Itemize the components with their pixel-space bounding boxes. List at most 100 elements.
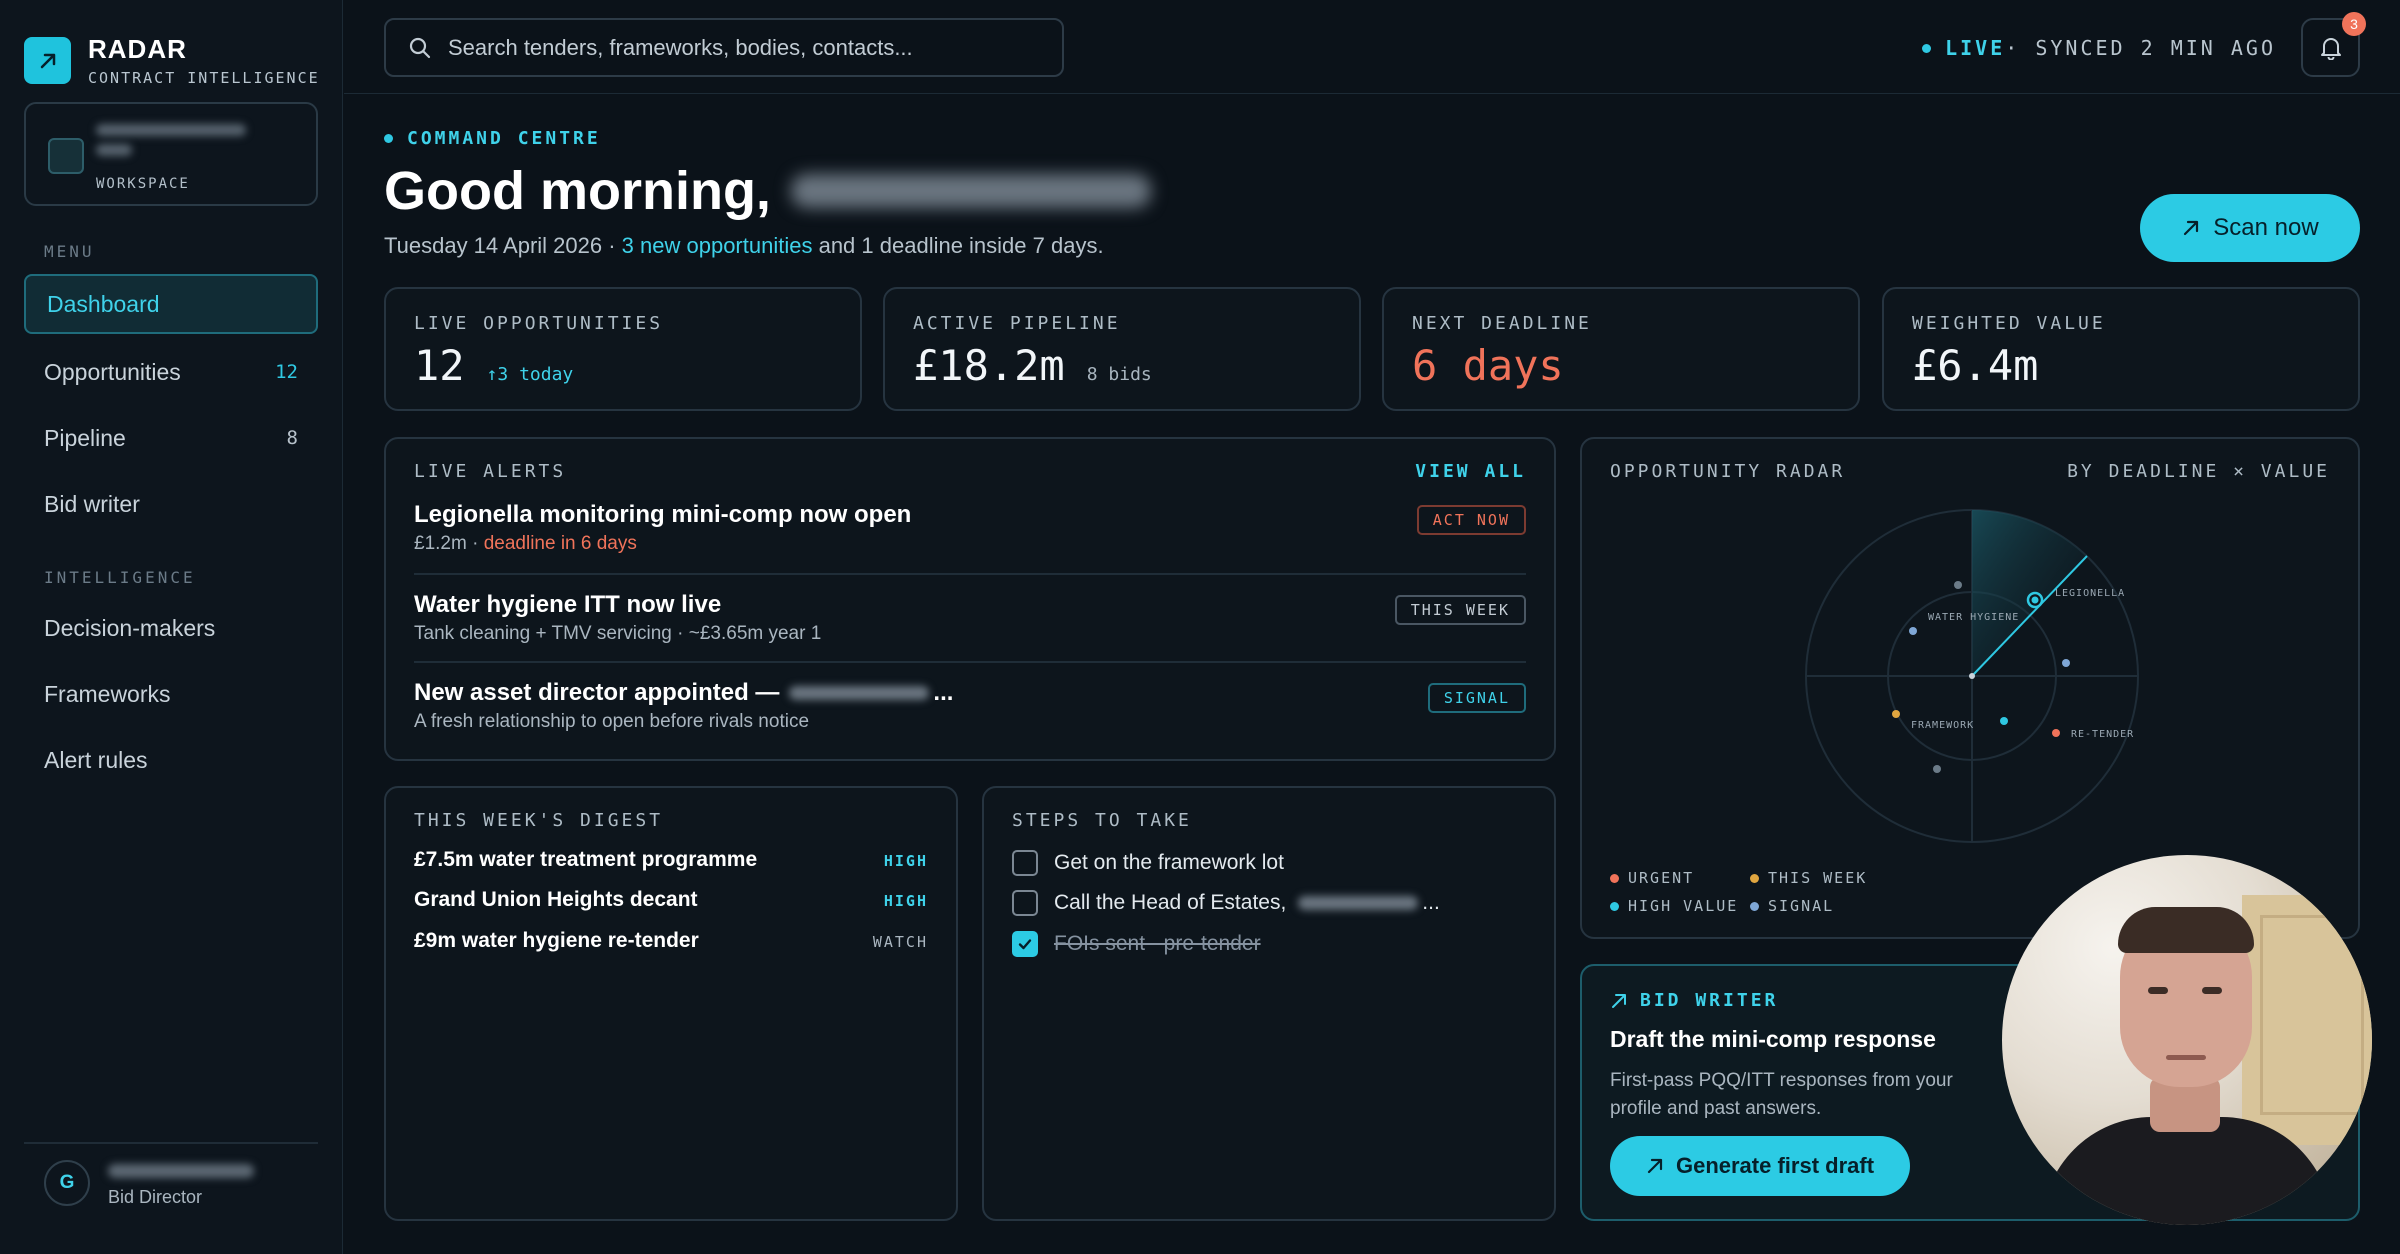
sidebar-item-opportunities[interactable]: Opportunities 12 [24, 342, 318, 402]
webcam-overlay[interactable] [2002, 855, 2372, 1225]
intelligence-section-title: INTELLIGENCE [44, 568, 196, 587]
step-item[interactable]: FOIs sent - pre-tender [1012, 929, 1526, 959]
bid-writer-heading: Draft the mini-comp response [1610, 1026, 1936, 1052]
notifications-button[interactable]: 3 [2301, 12, 2366, 77]
search-input[interactable] [448, 34, 1048, 61]
step-checkbox-checked[interactable] [1012, 931, 1038, 957]
sidebar-item-decision-makers[interactable]: Decision-makers [24, 598, 318, 658]
search-box[interactable] [384, 18, 1064, 77]
sidebar-item-label: Pipeline [44, 424, 126, 451]
live-dot [1922, 43, 1932, 53]
divider [414, 661, 1526, 663]
stat-value-row: £18.2m 8 bids [913, 341, 1152, 390]
priority-badge: WATCH [872, 933, 928, 951]
user-avatar[interactable]: G [44, 1160, 90, 1206]
legend-signal: SIGNAL [1750, 897, 1834, 915]
stat-live-opportunities[interactable]: LIVE OPPORTUNITIES 12 ↑3 today [384, 287, 862, 411]
step-checkbox[interactable] [1012, 850, 1038, 876]
sidebar-item-label: Frameworks [44, 680, 171, 707]
legend-high-value: HIGH VALUE [1610, 897, 1738, 915]
radar-point-legionella-core [2031, 596, 2039, 604]
digest-item[interactable]: Grand Union Heights decant HIGH [414, 888, 928, 918]
generate-draft-button[interactable]: Generate first draft [1610, 1136, 1910, 1196]
sidebar-divider [24, 1142, 318, 1144]
step-checkbox[interactable] [1012, 890, 1038, 916]
scan-now-button[interactable]: Scan now [2140, 194, 2360, 262]
stat-next-deadline[interactable]: NEXT DEADLINE 6 days [1382, 287, 1860, 411]
stat-value: 6 days [1412, 341, 1564, 390]
sidebar-item-bid-writer[interactable]: Bid writer [24, 474, 318, 534]
radar-label-framework: FRAMEWORK [1911, 720, 1974, 731]
digest-panel: THIS WEEK'S DIGEST £7.5m water treatment… [384, 786, 958, 1221]
workspace-switcher[interactable]: WORKSPACE [24, 102, 318, 206]
brand[interactable]: RADAR CONTRACT INTELLIGENCE [24, 34, 320, 87]
bid-writer-description: First-pass PQQ/ITT responses from your p… [1610, 1070, 1953, 1119]
sidebar: RADAR CONTRACT INTELLIGENCE WORKSPACE ME… [0, 0, 343, 1254]
radar-point-re-tender[interactable] [2052, 729, 2060, 737]
alert-value: £1.2m · [414, 533, 484, 554]
stat-weighted-value[interactable]: WEIGHTED VALUE £6.4m [1882, 287, 2360, 411]
stat-value-row: 12 ↑3 today [414, 341, 573, 390]
name-redacted [789, 686, 930, 700]
alert-title: Legionella monitoring mini-comp now open [414, 501, 912, 528]
bell-icon [2320, 37, 2341, 60]
legend-dot [1750, 901, 1759, 911]
stat-label: NEXT DEADLINE [1412, 313, 1592, 334]
sidebar-item-label: Alert rules [44, 746, 148, 773]
alert-item[interactable]: Legionella monitoring mini-comp now open… [414, 501, 1526, 589]
view-all-link[interactable]: VIEW ALL [1415, 461, 1526, 482]
arrow-up-right-icon [24, 37, 71, 84]
radar-label-water-hygiene: WATER HYGIENE [1928, 612, 2019, 623]
radar-point[interactable] [1954, 581, 1962, 589]
eyebrow-dot [384, 134, 393, 143]
alert-subtitle: £1.2m · deadline in 6 days [414, 533, 637, 555]
legend-dot [1610, 873, 1619, 883]
sidebar-item-frameworks[interactable]: Frameworks [24, 664, 318, 724]
step-item[interactable]: Call the Head of Estates, ... [1012, 888, 1526, 918]
page-subtitle: Tuesday 14 April 2026 · 3 new opportunit… [384, 232, 1144, 260]
user-name-redacted [108, 1164, 254, 1178]
synced-label: · SYNCED 2 MIN AGO [2005, 36, 2276, 60]
user-name-redacted [790, 174, 1151, 208]
step-label: Get on the framework lot [1054, 851, 1284, 874]
page-title: Good morning, [384, 160, 1151, 222]
section-eyebrow: COMMAND CENTRE [384, 128, 601, 149]
stat-value-row: £6.4m [1912, 341, 2038, 390]
alert-item[interactable]: Water hygiene ITT now live Tank cleaning… [414, 591, 1526, 679]
legend-label: URGENT [1628, 869, 1695, 887]
stat-active-pipeline[interactable]: ACTIVE PIPELINE £18.2m 8 bids [883, 287, 1361, 411]
radar-point[interactable] [2000, 717, 2008, 725]
webcam-person-eye [2202, 987, 2222, 994]
stat-value: £18.2m [913, 341, 1065, 390]
new-opportunities-link[interactable]: 3 new opportunities [622, 233, 813, 258]
step-label: Call the Head of Estates, [1054, 891, 1287, 914]
brand-name: RADAR [88, 34, 187, 64]
sidebar-item-label: Decision-makers [44, 614, 216, 641]
radar-point-water-hygiene[interactable] [1909, 627, 1917, 635]
alert-title: New asset director appointed — ... [414, 679, 953, 707]
digest-label: £7.5m water treatment programme [414, 848, 758, 871]
top-bar: LIVE · SYNCED 2 MIN AGO 3 [344, 0, 2400, 94]
step-label: FOIs sent - pre-tender [1054, 932, 1261, 955]
digest-item[interactable]: £9m water hygiene re-tender WATCH [414, 929, 928, 959]
arrow-up-right-icon [2184, 220, 2199, 236]
alert-item[interactable]: New asset director appointed — ... A fre… [414, 679, 1526, 767]
divider [414, 573, 1526, 575]
step-item[interactable]: Get on the framework lot [1012, 848, 1526, 878]
sidebar-item-alert-rules[interactable]: Alert rules [24, 730, 318, 790]
radar-point[interactable] [2062, 659, 2070, 667]
status-badge: SIGNAL [1427, 683, 1526, 713]
pipeline-count: 8 [286, 427, 298, 449]
sidebar-item-pipeline[interactable]: Pipeline 8 [24, 408, 318, 468]
panel-title: LIVE ALERTS [414, 461, 567, 482]
radar-point-framework[interactable] [1892, 710, 1900, 718]
panel-title: STEPS TO TAKE [1012, 810, 1192, 831]
legend-label: THIS WEEK [1768, 869, 1868, 887]
stat-label: LIVE OPPORTUNITIES [414, 313, 664, 334]
radar-point[interactable] [1933, 765, 1941, 773]
opportunities-count: 12 [275, 361, 298, 383]
digest-item[interactable]: £7.5m water treatment programme HIGH [414, 848, 928, 878]
radar-center [1969, 673, 1975, 679]
live-alerts-panel: LIVE ALERTS VIEW ALL Legionella monitori… [384, 437, 1556, 761]
sidebar-item-dashboard[interactable]: Dashboard [24, 274, 318, 334]
